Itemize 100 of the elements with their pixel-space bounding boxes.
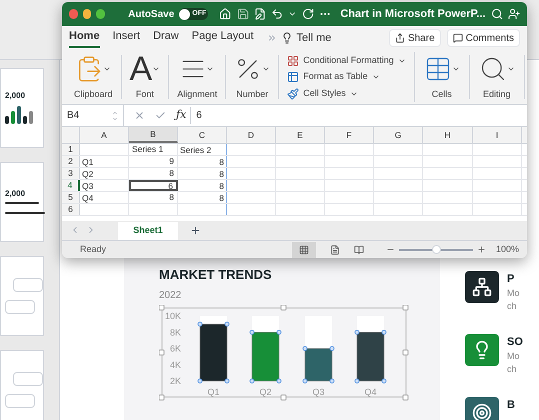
ribbon-group-button[interactable]: Number (234, 52, 270, 102)
ribbon-tab[interactable]: Home (69, 28, 100, 48)
person-icon[interactable] (508, 7, 520, 21)
zoom-in-icon[interactable] (476, 245, 486, 254)
table-cell: 6 (129, 180, 178, 191)
minimize-button[interactable] (82, 9, 92, 19)
search-icon[interactable] (490, 7, 503, 21)
column-header[interactable]: G (374, 127, 423, 143)
conditional-format-icon (287, 54, 300, 66)
column-header[interactable]: I (473, 127, 522, 143)
enter-icon[interactable] (155, 110, 166, 121)
column-header[interactable]: D (227, 127, 276, 143)
home-icon[interactable] (219, 7, 232, 21)
target-icon (472, 403, 492, 420)
y-tick-label: 2K (170, 376, 181, 386)
chart-selection-frame[interactable] (159, 305, 408, 400)
redo-icon[interactable] (302, 7, 314, 21)
table-format-icon (287, 71, 300, 83)
chart-track (200, 316, 227, 324)
y-tick-label: 10K (164, 311, 181, 321)
zoom-thumb[interactable] (432, 245, 441, 254)
table-cell: 8 (178, 192, 227, 203)
table-cell: Q2 (80, 168, 129, 179)
table-cell: 8 (129, 168, 178, 179)
feature-text: ch (507, 365, 518, 374)
ribbon-group-button[interactable]: A Font (130, 52, 160, 102)
styles-command[interactable]: Cell Styles (287, 86, 406, 100)
save-icon[interactable] (236, 7, 249, 21)
slide-thumbnail[interactable]: 2,000 (0, 68, 44, 148)
undo-icon[interactable] (270, 7, 284, 21)
zoom-reading: 100% (496, 242, 519, 256)
feature-heading: B (507, 400, 515, 411)
column-header[interactable]: F (325, 127, 374, 143)
row-header[interactable]: 2 (62, 156, 80, 167)
status-text: Ready (80, 242, 106, 256)
row-header[interactable]: 4 (62, 180, 80, 191)
table-cell: 8 (178, 156, 227, 167)
chart-bar[interactable] (356, 332, 384, 382)
chart-track (357, 316, 384, 332)
row-header[interactable]: 6 (62, 204, 80, 215)
normal-view-button[interactable] (292, 242, 316, 258)
formula-field[interactable]: 6 (196, 108, 527, 123)
slide-thumbnail[interactable]: 2,000 (0, 162, 44, 242)
comments-button[interactable]: Comments (446, 29, 520, 47)
comment-icon (452, 33, 463, 43)
save-as-icon[interactable] (254, 7, 266, 21)
ribbon-group-button[interactable]: Editing (478, 52, 515, 102)
chart-bar[interactable] (304, 348, 332, 382)
ribbon-group-button[interactable]: Clipboard (74, 52, 113, 102)
ribbon-group-button[interactable]: Cells (424, 52, 460, 102)
feature-heading: SO (507, 337, 523, 348)
styles-command[interactable]: Conditional Formatting (287, 54, 406, 68)
y-tick-label: 4K (170, 360, 181, 370)
column-header[interactable]: E (276, 127, 325, 143)
year-label: 2022 (159, 291, 182, 301)
feature-heading: P (507, 274, 516, 285)
thumbnail-figure: 2,000 (5, 92, 26, 100)
font-icon: A (130, 52, 152, 86)
sheet-tab[interactable]: Sheet1 (118, 222, 178, 240)
maximize-button[interactable] (96, 9, 106, 19)
table-cell: Q3 (80, 180, 129, 191)
slide-thumbnail[interactable] (0, 350, 44, 420)
cancel-icon[interactable] (134, 110, 145, 121)
feature-text: ch (507, 302, 518, 311)
network-icon (472, 277, 492, 297)
feature-text: Mo (507, 352, 521, 361)
table-cell: 8 (129, 192, 178, 203)
name-box[interactable]: B4 (62, 105, 124, 126)
x-axis-label: Q1 (208, 387, 220, 397)
tell-me-field[interactable]: Tell me (296, 30, 332, 46)
page-break-view-icon[interactable] (354, 244, 364, 254)
chart-track (252, 316, 279, 332)
column-header[interactable]: H (423, 127, 473, 143)
ribbon-tab[interactable]: Insert (112, 28, 140, 48)
row-header[interactable]: 3 (62, 168, 80, 179)
column-header[interactable]: C (178, 127, 227, 143)
row-header[interactable]: 5 (62, 192, 80, 203)
slide-title: MARKET TRENDS (159, 268, 273, 281)
y-tick-label: 8K (170, 327, 181, 338)
share-icon (394, 33, 405, 43)
ribbon-tab[interactable]: Draw (153, 28, 179, 48)
ribbon-group-button[interactable]: Alignment (177, 52, 218, 102)
table-cell: Series 2 (178, 144, 227, 155)
slide-thumbnail[interactable] (0, 256, 44, 336)
share-button[interactable]: Share (388, 29, 441, 47)
add-sheet-icon[interactable] (190, 225, 201, 236)
page-layout-view-icon[interactable] (330, 244, 340, 254)
styles-command[interactable]: Format as Table (287, 70, 406, 84)
lightbulb-icon (280, 32, 293, 44)
column-header[interactable]: B (129, 127, 178, 143)
window-title: Chart in Microsoft PowerP... (340, 6, 486, 22)
zoom-slider[interactable] (398, 244, 473, 254)
ribbon-tab[interactable]: Page Layout (192, 28, 254, 48)
x-axis-label: Q3 (312, 387, 324, 397)
chart-bar[interactable] (200, 324, 228, 382)
row-header[interactable]: 1 (62, 144, 80, 155)
table-cell: Q1 (80, 156, 129, 167)
caret-icon[interactable] (372, 73, 380, 81)
grid-icon (298, 244, 309, 254)
cell-styles-icon (287, 88, 300, 100)
